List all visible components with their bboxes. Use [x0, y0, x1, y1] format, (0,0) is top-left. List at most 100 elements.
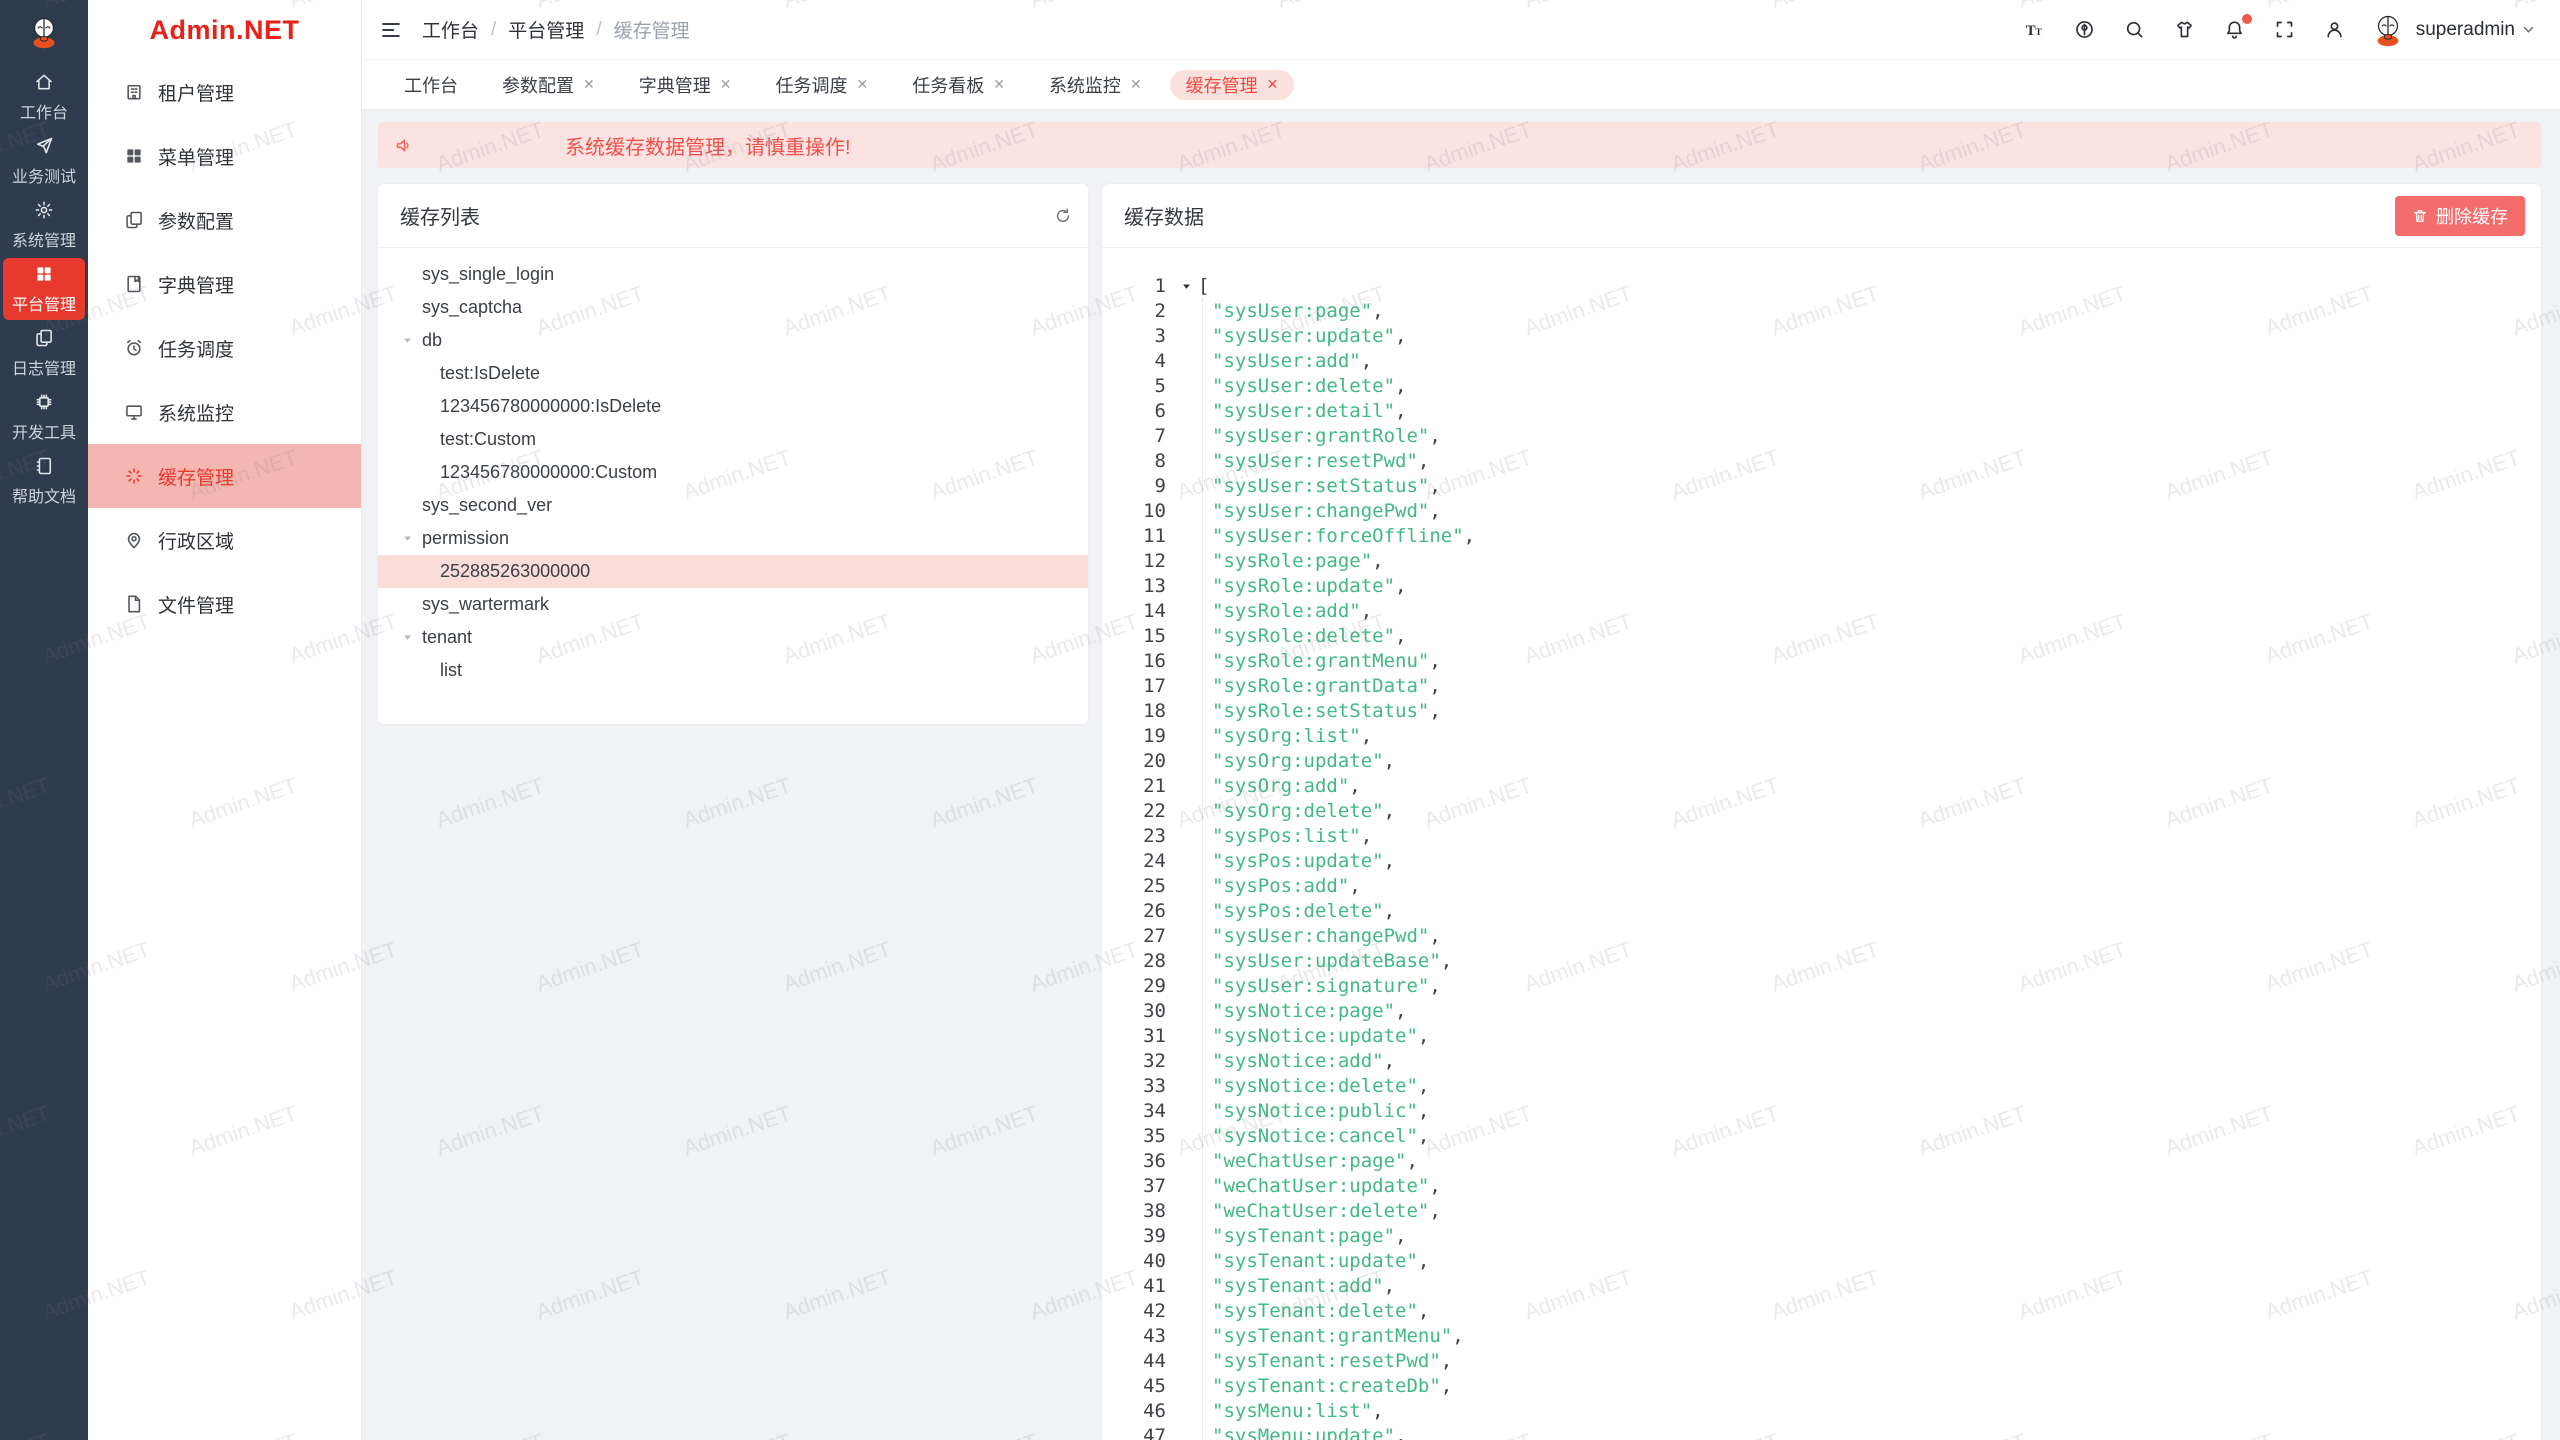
dark-sidebar-item[interactable]: 开发工具 [3, 386, 85, 448]
json-string: "sysRole:grantData", [1212, 674, 1441, 699]
line-number: 30 [1116, 999, 1166, 1024]
user-icon[interactable] [2322, 17, 2348, 43]
trash-icon [2412, 208, 2428, 224]
caret-down-icon[interactable] [402, 533, 420, 544]
breadcrumb-item[interactable]: 平台管理 [508, 16, 584, 43]
line-number: 25 [1116, 874, 1166, 899]
line-number: 16 [1116, 649, 1166, 674]
copy-icon [124, 210, 144, 230]
tree-node[interactable]: sys_wartermark [378, 588, 1088, 621]
skin-icon[interactable] [2172, 17, 2198, 43]
tab-close-icon[interactable]: ✕ [993, 76, 1005, 93]
tree-node[interactable]: test:IsDelete [378, 357, 1088, 390]
tree-node[interactable]: tenant [378, 621, 1088, 654]
tab[interactable]: 缓存管理✕ [1170, 70, 1295, 100]
tab[interactable]: 任务看板✕ [896, 70, 1021, 100]
json-string: "sysNotice:page", [1212, 999, 1406, 1024]
tab-close-icon[interactable]: ✕ [720, 76, 732, 93]
line-number: 39 [1116, 1224, 1166, 1249]
cache-data-title: 缓存数据 [1124, 201, 1204, 230]
fullscreen-icon[interactable] [2272, 17, 2298, 43]
tree-node[interactable]: 123456780000000:Custom [378, 456, 1088, 489]
dark-sidebar-item[interactable]: 工作台 [3, 66, 85, 128]
tab-close-icon[interactable]: ✕ [1267, 76, 1279, 93]
code-line: 41"sysTenant:add", [1116, 1274, 2541, 1299]
speaker-icon [394, 135, 415, 156]
refresh-icon[interactable] [1054, 207, 1072, 225]
tree-node[interactable]: list [378, 654, 1088, 687]
tree-node[interactable]: db [378, 324, 1088, 357]
collapse-menu-icon[interactable] [380, 19, 402, 41]
copy-icon [34, 328, 54, 348]
tree-node[interactable]: permission [378, 522, 1088, 555]
user-menu[interactable]: superadmin [2370, 12, 2536, 48]
dark-sidebar-item[interactable]: 业务测试 [3, 130, 85, 192]
menu-item[interactable]: 系统监控 [88, 380, 361, 444]
dark-sidebar-item[interactable]: 平台管理 [3, 258, 85, 320]
json-string: "sysTenant:update", [1212, 1249, 1429, 1274]
json-string: "sysPos:list", [1212, 824, 1372, 849]
tab-close-icon[interactable]: ✕ [1130, 76, 1142, 93]
line-number: 17 [1116, 674, 1166, 699]
main-area: 工作台/平台管理/缓存管理 TT superadmin 工作台参数配置✕字典管理… [362, 0, 2560, 1440]
tree-node[interactable]: sys_captcha [378, 291, 1088, 324]
code-line: 14"sysRole:add", [1116, 599, 2541, 624]
search-icon[interactable] [2122, 17, 2148, 43]
cache-list-title: 缓存列表 [400, 201, 480, 230]
app-logo[interactable] [0, 0, 88, 64]
dark-sidebar-item[interactable]: 日志管理 [3, 322, 85, 384]
tree-node[interactable]: 123456780000000:IsDelete [378, 390, 1088, 423]
chip-icon [34, 392, 54, 412]
tab-bar: 工作台参数配置✕字典管理✕任务调度✕任务看板✕系统监控✕缓存管理✕ [362, 60, 2560, 110]
tab[interactable]: 任务调度 ✕ [759, 70, 884, 100]
font-size-icon[interactable]: TT [2022, 17, 2048, 43]
menu-item[interactable]: 菜单管理 [88, 124, 361, 188]
dark-sidebar-item[interactable]: 系统管理 [3, 194, 85, 256]
caret-down-icon[interactable] [402, 632, 420, 643]
code-line: 33"sysNotice:delete", [1116, 1074, 2541, 1099]
menu-item-label: 系统监控 [158, 399, 234, 426]
menu-item[interactable]: 文件管理 [88, 572, 361, 636]
notification-icon[interactable] [2222, 17, 2248, 43]
tree-node[interactable]: sys_single_login [378, 258, 1088, 291]
tab[interactable]: 字典管理✕ [623, 70, 748, 100]
breadcrumb-item: 缓存管理 [614, 16, 690, 43]
menu-item-label: 字典管理 [158, 271, 234, 298]
fold-caret-icon[interactable] [1176, 281, 1196, 292]
tree-node-label: permission [422, 528, 509, 549]
menu-item[interactable]: 缓存管理 [88, 444, 361, 508]
breadcrumb-item[interactable]: 工作台 [422, 16, 479, 43]
tree-node[interactable]: sys_second_ver [378, 489, 1088, 522]
json-string: "sysMenu:list", [1212, 1399, 1384, 1424]
tab-close-icon[interactable]: ✕ [856, 76, 868, 93]
tree-node[interactable]: 252885263000000 [378, 555, 1088, 588]
line-number: 24 [1116, 849, 1166, 874]
cache-tree: sys_single_loginsys_captchadbtest:IsDele… [378, 248, 1088, 687]
caret-down-icon[interactable] [402, 335, 420, 346]
json-string: "sysNotice:cancel", [1212, 1124, 1429, 1149]
json-string: "sysOrg:list", [1212, 724, 1372, 749]
menu-item[interactable]: 行政区域 [88, 508, 361, 572]
warning-banner: 系统缓存数据管理，请慎重操作! [378, 122, 2541, 168]
code-line: 47"sysMenu:update", [1116, 1424, 2541, 1440]
tree-node[interactable]: test:Custom [378, 423, 1088, 456]
tab-close-icon[interactable]: ✕ [583, 76, 595, 93]
menu-item[interactable]: 参数配置 [88, 188, 361, 252]
menu-item[interactable]: 任务调度 [88, 316, 361, 380]
tab[interactable]: 参数配置✕ [486, 70, 611, 100]
line-number: 12 [1116, 549, 1166, 574]
code-line: 35"sysNotice:cancel", [1116, 1124, 2541, 1149]
json-string: "sysUser:detail", [1212, 399, 1406, 424]
menu-item[interactable]: 字典管理 [88, 252, 361, 316]
dark-sidebar-item[interactable]: 帮助文档 [3, 450, 85, 512]
theme-icon[interactable] [2072, 17, 2098, 43]
code-line: 44"sysTenant:resetPwd", [1116, 1349, 2541, 1374]
tab-label: 任务调度 [775, 72, 847, 98]
code-line: 6"sysUser:detail", [1116, 399, 2541, 424]
tab[interactable]: 系统监控✕ [1033, 70, 1158, 100]
cache-data-header: 缓存数据 删除缓存 [1102, 184, 2541, 248]
menu-item[interactable]: 租户管理 [88, 60, 361, 124]
delete-cache-button[interactable]: 删除缓存 [2395, 196, 2525, 236]
tab[interactable]: 工作台 [388, 70, 474, 100]
code-line: 7"sysUser:grantRole", [1116, 424, 2541, 449]
